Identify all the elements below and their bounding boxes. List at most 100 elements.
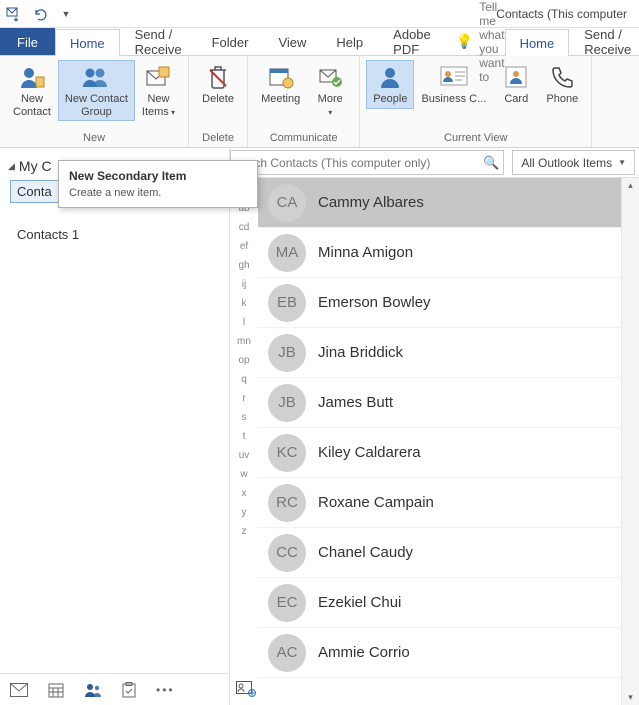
alpha-jump[interactable]: l <box>243 317 245 332</box>
tab-send-receive[interactable]: Send / Receive <box>569 28 639 55</box>
button-label: New <box>21 93 43 106</box>
alpha-jump[interactable]: ef <box>240 241 248 256</box>
chevron-down-icon: ▼ <box>618 158 626 167</box>
tasks-module-icon[interactable] <box>122 682 136 698</box>
button-label: New Contact <box>65 93 128 106</box>
customize-qat-icon[interactable]: ▼ <box>58 6 74 22</box>
tab-help[interactable]: Help <box>321 28 378 55</box>
alpha-jump[interactable]: z <box>242 526 247 541</box>
alpha-jump[interactable]: cd <box>239 222 250 237</box>
ribbon-group-communicate: MeetingMore ▾ Communicate <box>248 56 360 147</box>
ribbon-tabs: FileHomeSend / ReceiveFolderViewHelpAdob… <box>0 28 639 56</box>
scope-filter[interactable]: All Outlook Items ▼ <box>512 150 635 175</box>
delete-button[interactable]: Delete <box>195 60 241 109</box>
contact-name: Cammy Albares <box>318 194 424 211</box>
tab-folder[interactable]: Folder <box>197 28 264 55</box>
ribbon-group-label: Current View <box>360 130 591 147</box>
phone-button[interactable]: Phone <box>539 60 585 109</box>
alpha-jump[interactable]: x <box>242 488 247 503</box>
calendar-module-icon[interactable] <box>48 682 64 698</box>
new_contact_group-icon <box>80 63 112 91</box>
quick-access-toolbar: ▼ <box>6 6 74 22</box>
alpha-jump[interactable]: mn <box>237 336 251 351</box>
contact-row[interactable]: MAMinna Amigon <box>258 228 621 278</box>
delete-icon <box>202 63 234 91</box>
contact-row[interactable]: ACAmmie Corrio <box>258 628 621 678</box>
alpha-jump[interactable]: q <box>241 374 247 389</box>
contact-row[interactable]: CCChanel Caudy <box>258 528 621 578</box>
alpha-jump[interactable]: r <box>242 393 245 408</box>
people-module-icon[interactable] <box>84 682 102 698</box>
more-modules-icon[interactable]: ••• <box>156 683 175 697</box>
people-button[interactable]: People <box>366 60 414 109</box>
scroll-down-icon[interactable]: ▾ <box>622 692 639 703</box>
card-button[interactable]: Card <box>493 60 539 109</box>
content-pane: 🔍 All Outlook Items ▼ 123abcdefghijklmno… <box>230 148 639 705</box>
button-label: Group <box>81 106 112 119</box>
phone-icon <box>546 63 578 91</box>
new_contact_group-button[interactable]: New ContactGroup <box>58 60 135 121</box>
button-label: People <box>373 93 407 106</box>
contact-row[interactable]: ECEzekiel Chui <box>258 578 621 628</box>
people-pane-toggle-icon[interactable] <box>236 681 256 697</box>
tell-me-search[interactable]: 💡 Tell me what you want to <box>446 28 505 55</box>
nav-header-label: My C <box>19 158 52 174</box>
contact-name: Minna Amigon <box>318 244 413 261</box>
button-label: New <box>147 93 169 106</box>
nav-module-switcher: ••• <box>0 673 229 705</box>
tab-send-receive[interactable]: Send / Receive <box>120 28 197 55</box>
search-box[interactable]: 🔍 <box>230 150 504 175</box>
avatar: EC <box>268 584 306 622</box>
alpha-jump[interactable]: y <box>242 507 247 522</box>
tab-view[interactable]: View <box>263 28 321 55</box>
alpha-jump[interactable]: w <box>240 469 247 484</box>
chevron-down-icon: ▾ <box>169 108 175 117</box>
alpha-jump[interactable]: t <box>243 431 246 446</box>
alpha-jump[interactable]: uv <box>239 450 250 465</box>
alpha-jump[interactable]: s <box>242 412 247 427</box>
avatar: RC <box>268 484 306 522</box>
nav-folder-item[interactable]: Contacts 1 <box>10 223 219 246</box>
button-label: Delete <box>202 93 234 106</box>
mail-module-icon[interactable] <box>10 683 28 697</box>
more-button[interactable]: More ▾ <box>307 60 353 121</box>
window-title: Contacts (This computer <box>74 7 633 21</box>
meeting-button[interactable]: Meeting <box>254 60 307 109</box>
business_card-button[interactable]: Business C... <box>414 60 493 109</box>
avatar: AC <box>268 634 306 672</box>
new_contact-button[interactable]: NewContact <box>6 60 58 121</box>
contact-name: Kiley Caldarera <box>318 444 421 461</box>
new_items-button[interactable]: NewItems ▾ <box>135 60 182 121</box>
alpha-jump[interactable]: k <box>242 298 247 313</box>
scrollbar[interactable]: ▴ ▾ <box>621 178 639 705</box>
ribbon-group-label: Communicate <box>248 130 359 147</box>
undo-icon[interactable] <box>32 6 48 22</box>
button-label: Items ▾ <box>142 106 175 119</box>
search-input[interactable] <box>231 156 479 170</box>
ribbon-group-label: Delete <box>189 130 247 147</box>
lightbulb-icon: 💡 <box>456 33 473 50</box>
alpha-jump[interactable]: gh <box>238 260 249 275</box>
contact-row[interactable]: KCKiley Caldarera <box>258 428 621 478</box>
alpha-index: 123abcdefghijklmnopqrstuvwxyz <box>230 178 258 705</box>
tab-home[interactable]: Home <box>505 29 570 56</box>
search-icon[interactable]: 🔍 <box>479 155 503 171</box>
tab-adobe-pdf[interactable]: Adobe PDF <box>378 28 446 55</box>
tab-file[interactable]: File <box>0 28 55 55</box>
body-area: New Secondary Item Create a new item. ◢ … <box>0 148 639 705</box>
send-receive-all-icon[interactable] <box>6 6 22 22</box>
contact-row[interactable]: JBJina Briddick <box>258 328 621 378</box>
contact-row[interactable]: RCRoxane Campain <box>258 478 621 528</box>
scroll-up-icon[interactable]: ▴ <box>622 180 639 191</box>
business_card-icon <box>438 63 470 91</box>
contact-row[interactable]: CACammy Albares <box>258 178 621 228</box>
new_contact-icon <box>16 63 48 91</box>
ribbon-group-current-view: People Business C...CardPhone Current View <box>360 56 592 147</box>
tab-home[interactable]: Home <box>55 29 120 56</box>
ribbon-group-label: New <box>0 130 188 147</box>
contact-list[interactable]: CACammy AlbaresMAMinna AmigonEBEmerson B… <box>258 178 621 705</box>
alpha-jump[interactable]: ij <box>242 279 246 294</box>
alpha-jump[interactable]: op <box>238 355 249 370</box>
contact-row[interactable]: JBJames Butt <box>258 378 621 428</box>
contact-row[interactable]: EBEmerson Bowley <box>258 278 621 328</box>
